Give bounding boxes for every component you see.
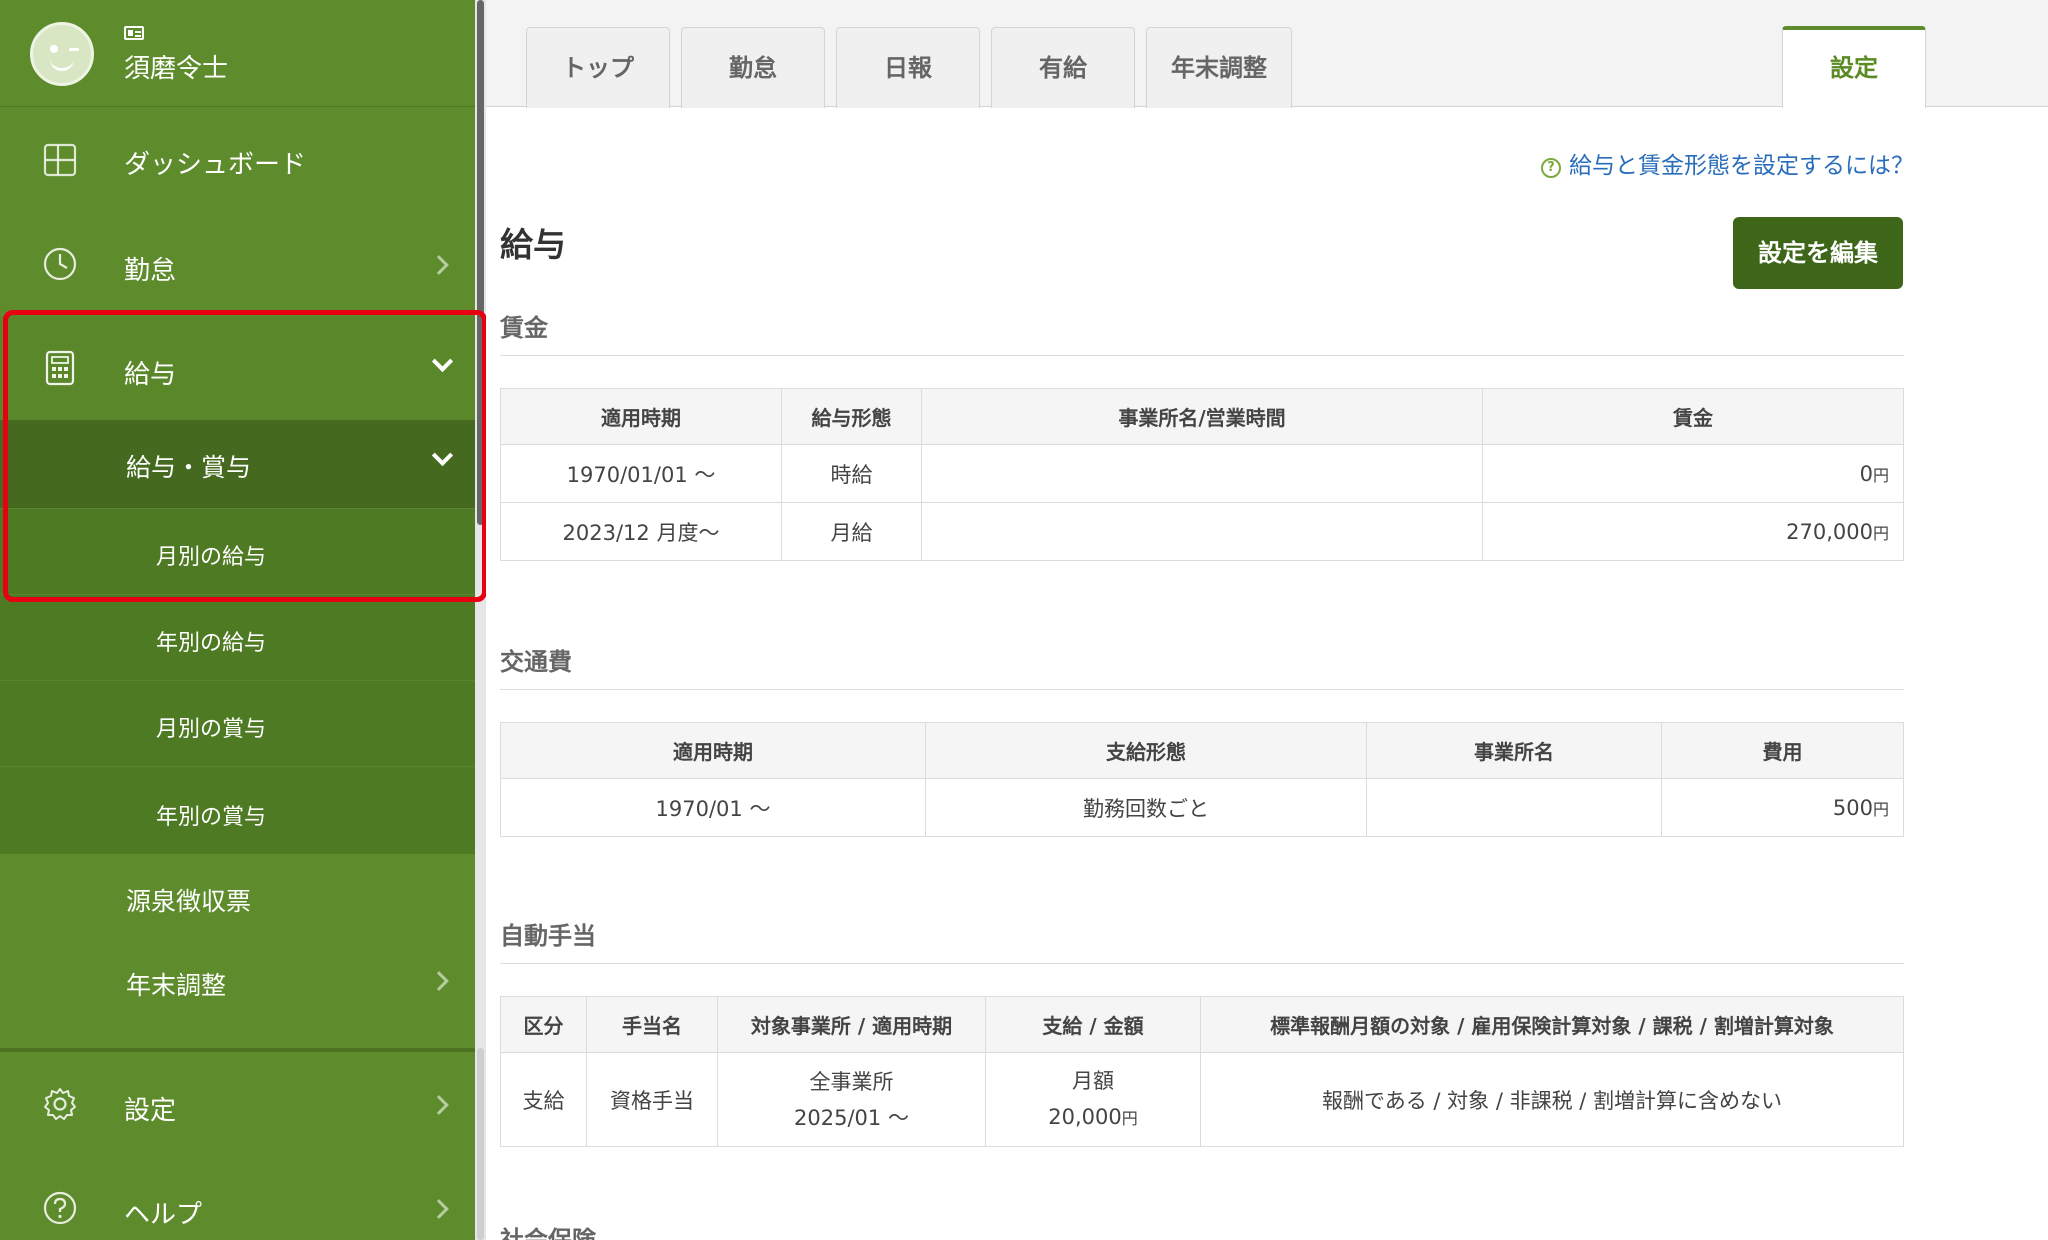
cell-type: 月給 — [781, 502, 922, 561]
tab-bar: トップ 勤怠 日報 有給 年末調整 設定 — [486, 0, 2048, 108]
user-name: 須磨令士 — [124, 54, 229, 84]
sidebar-item-label: 年別の給与 — [156, 631, 267, 656]
allowance-table: 区分 手当名 対象事業所 / 適用時期 支給 / 金額 標準報酬月額の対象 / … — [500, 996, 1904, 1147]
user-profile[interactable]: 須磨令士 — [0, 0, 475, 107]
column-header: 事業所名 — [1366, 722, 1662, 779]
sidebar-item-help[interactable]: ヘルプ — [0, 1156, 475, 1240]
help-link[interactable]: ? 給与と賃金形態を設定するには？ — [1541, 146, 1914, 180]
help-icon — [43, 1191, 77, 1225]
column-header: 支給 / 金額 — [985, 996, 1201, 1053]
chevron-right-icon — [429, 1199, 449, 1219]
highlight-box — [3, 310, 487, 602]
column-header: 賃金 — [1482, 388, 1904, 445]
cell-office-period: 全事業所 2025/01 〜 — [717, 1052, 986, 1147]
wage-table: 適用時期 給与形態 事業所名/営業時間 賃金 1970/01/01 〜 時給 0… — [500, 388, 1904, 561]
sidebar-item-dashboard[interactable]: ダッシュボード — [0, 108, 475, 212]
table-row: 1970/01/01 〜 時給 0円 — [500, 444, 1904, 503]
cell-period: 1970/01 〜 — [500, 778, 926, 837]
cell-pay: 月額 20,000円 — [985, 1052, 1201, 1147]
tab-year-end[interactable]: 年末調整 — [1146, 27, 1292, 108]
gear-icon — [44, 1088, 76, 1120]
sidebar-item-label: ヘルプ — [124, 1200, 203, 1230]
table-row: 支給 資格手当 全事業所 2025/01 〜 月額 20,000円 報酬である … — [500, 1052, 1904, 1147]
chevron-right-icon — [429, 1095, 449, 1115]
sidebar-item-year-end[interactable]: 年末調整 — [0, 940, 475, 1040]
sidebar: 須磨令士 ダッシュボード 勤怠 給与 給与・賞与 月別の給与 年別の給与 月別の… — [0, 0, 486, 1240]
sidebar-item-yearly-bonus[interactable]: 年別の賞与 — [0, 766, 475, 854]
cell-office — [921, 502, 1483, 561]
section-heading-wage: 賃金 — [500, 308, 1904, 356]
cell-amount: 0円 — [1482, 444, 1904, 503]
sidebar-item-attendance[interactable]: 勤怠 — [0, 212, 475, 316]
cell-office — [1366, 778, 1662, 837]
sidebar-scrollbar[interactable] — [475, 0, 486, 1240]
cell-amount: 500円 — [1661, 778, 1904, 837]
chevron-right-icon — [429, 255, 449, 275]
sidebar-item-monthly-bonus[interactable]: 月別の賞与 — [0, 680, 475, 766]
sidebar-item-label: 月別の賞与 — [156, 717, 267, 742]
dashboard-icon — [43, 143, 77, 177]
id-card-icon — [124, 26, 144, 40]
section-heading-social-insurance: 社会保険 — [500, 1226, 596, 1240]
tab-settings[interactable]: 設定 — [1782, 26, 1926, 108]
cell-office — [921, 444, 1483, 503]
sidebar-item-label: 勤怠 — [124, 256, 177, 286]
column-header: 適用時期 — [500, 722, 926, 779]
cell-period: 1970/01/01 〜 — [500, 444, 782, 503]
main-content: ? 給与と賃金形態を設定するには？ 給与 設定を編集 賃金 適用時期 給与形態 事… — [486, 108, 2048, 1240]
clock-icon — [43, 247, 77, 281]
question-icon: ? — [1541, 158, 1561, 178]
tab-paid-leave[interactable]: 有給 — [991, 27, 1135, 108]
section-heading-allowance: 自動手当 — [500, 916, 1904, 964]
column-header: 適用時期 — [500, 388, 782, 445]
tab-daily-report[interactable]: 日報 — [836, 27, 980, 108]
column-header: 標準報酬月額の対象 / 雇用保険計算対象 / 課税 / 割増計算対象 — [1200, 996, 1904, 1053]
cell-amount: 270,000円 — [1482, 502, 1904, 561]
column-header: 支給形態 — [925, 722, 1367, 779]
sidebar-item-label: ダッシュボード — [124, 150, 307, 180]
sidebar-item-yearly-salary[interactable]: 年別の給与 — [0, 594, 475, 680]
column-header: 給与形態 — [781, 388, 922, 445]
tab-top[interactable]: トップ — [526, 27, 670, 108]
sidebar-item-label: 年別の賞与 — [156, 805, 267, 830]
page-title: 給与 — [500, 225, 566, 264]
sidebar-item-label: 設定 — [124, 1096, 177, 1126]
cell-kind: 支給 — [500, 1052, 587, 1147]
column-header: 対象事業所 / 適用時期 — [717, 996, 986, 1053]
tab-attendance[interactable]: 勤怠 — [681, 27, 825, 108]
sidebar-item-settings[interactable]: 設定 — [0, 1048, 475, 1152]
sidebar-item-label: 源泉徴収票 — [126, 887, 252, 916]
cell-type: 勤務回数ごと — [925, 778, 1367, 837]
column-header: 事業所名/営業時間 — [921, 388, 1483, 445]
cell-flags: 報酬である / 対象 / 非課税 / 割増計算に含めない — [1200, 1052, 1904, 1147]
help-link-text: 給与と賃金形態を設定するには？ — [1569, 153, 1914, 179]
chevron-right-icon — [429, 971, 449, 991]
table-row: 1970/01 〜 勤務回数ごと 500円 — [500, 778, 1904, 837]
sidebar-item-label: 年末調整 — [126, 971, 227, 1000]
column-header: 区分 — [500, 996, 587, 1053]
sidebar-item-withholding[interactable]: 源泉徴収票 — [0, 854, 475, 940]
cell-name: 資格手当 — [586, 1052, 718, 1147]
section-heading-transport: 交通費 — [500, 642, 1904, 690]
cell-period: 2023/12 月度〜 — [500, 502, 782, 561]
scrollbar-thumb-lower — [477, 1048, 484, 1240]
transport-table: 適用時期 支給形態 事業所名 費用 1970/01 〜 勤務回数ごと 500円 — [500, 722, 1904, 837]
column-header: 費用 — [1661, 722, 1904, 779]
cell-type: 時給 — [781, 444, 922, 503]
column-header: 手当名 — [586, 996, 718, 1053]
table-row: 2023/12 月度〜 月給 270,000円 — [500, 502, 1904, 561]
avatar — [30, 22, 94, 86]
edit-settings-button[interactable]: 設定を編集 — [1733, 217, 1903, 289]
